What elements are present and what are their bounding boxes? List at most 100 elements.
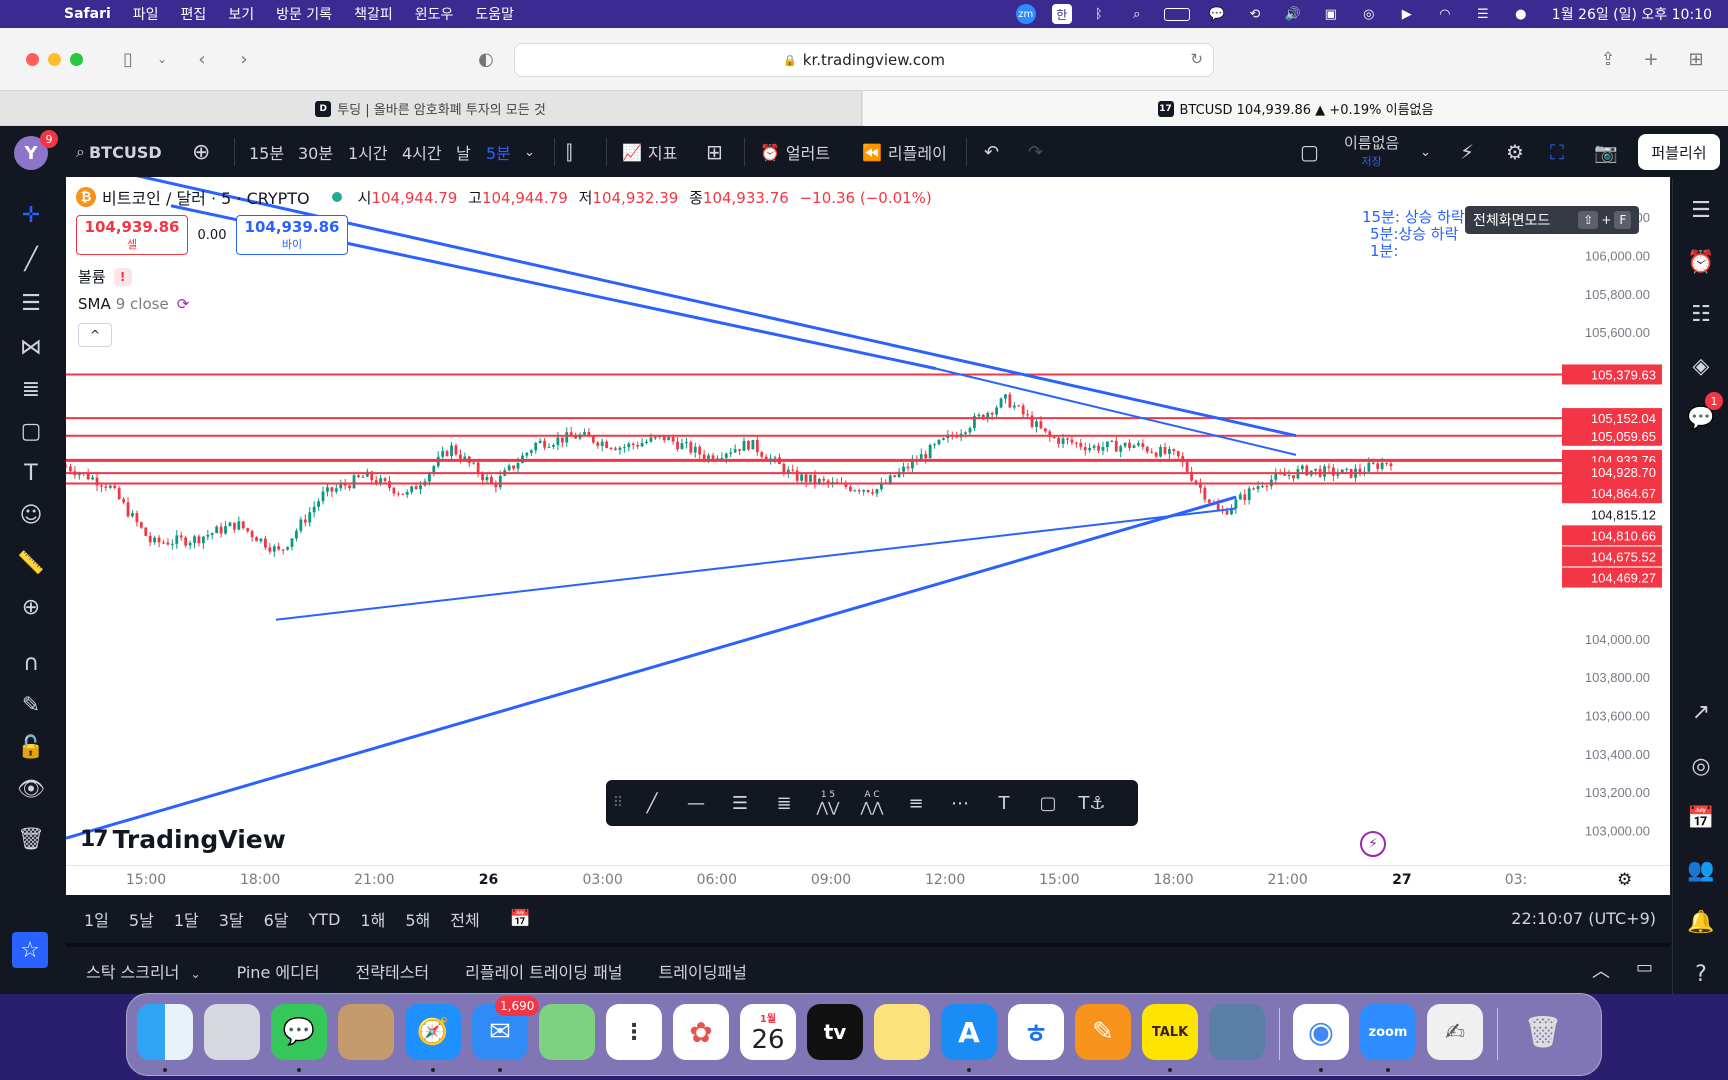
tab-strategy-tester[interactable]: 전략테스터 [356, 959, 430, 983]
collapse-legend-button[interactable]: ^ [78, 323, 112, 347]
crosshair-icon[interactable]: ✛ [14, 198, 48, 232]
text-icon[interactable]: T [14, 456, 48, 490]
quick-search-icon[interactable]: ⚡ [1460, 140, 1474, 164]
appstore-app-icon[interactable]: A [941, 1004, 997, 1060]
range-1d[interactable]: 1일 [84, 907, 109, 931]
maps-app-icon[interactable] [539, 1004, 595, 1060]
range-ytd[interactable]: YTD [309, 910, 341, 929]
chevron-down-icon[interactable]: ⌄ [1420, 140, 1431, 164]
shield-icon[interactable]: ◐ [472, 46, 500, 72]
share-icon[interactable]: ⇪ [1594, 46, 1622, 72]
range-1m[interactable]: 1달 [174, 907, 199, 931]
tab-tooding[interactable]: D 투딩 | 올바른 암호화폐 투자의 모든 것 [0, 91, 862, 126]
address-bar[interactable]: 🔒 kr.tradingview.com ↻ [514, 43, 1214, 77]
pages-app-icon[interactable]: ✎ [1075, 1004, 1131, 1060]
tab-replay-trading[interactable]: 리플레이 트레이딩 패널 [465, 959, 622, 983]
layers-icon[interactable]: ◈ [1683, 348, 1719, 384]
buy-button[interactable]: 104,939.86 바이 [236, 215, 348, 255]
candles-icon[interactable]: ⫿ [566, 140, 572, 164]
play-icon[interactable]: ▶ [1396, 5, 1418, 23]
layout-name-button[interactable]: 이름없음 저장 [1344, 132, 1399, 172]
reminders-app-icon[interactable]: ⋮ [606, 1004, 662, 1060]
sma-indicator[interactable]: SMA 9 close ⟳ [78, 295, 189, 313]
compare-add-icon[interactable]: ⊕ [192, 140, 210, 165]
wifi-icon[interactable]: ◠ [1434, 5, 1456, 23]
pencil-lock-icon[interactable]: ✎ [14, 688, 48, 722]
chart-pane[interactable]: 106,200.00106,000.00105,800.00105,600.00… [66, 177, 1670, 895]
ruler-icon[interactable]: 📏 [14, 546, 48, 580]
volume-indicator[interactable]: 볼륨 ! [78, 266, 132, 287]
menu-app[interactable]: Safari [64, 6, 111, 22]
menu-edit[interactable]: 편집 [181, 4, 207, 24]
airdrop-icon[interactable]: ◎ [1358, 5, 1380, 23]
zoom-tray-icon[interactable]: zm [1015, 4, 1036, 24]
shape-icon[interactable]: ▢ [14, 414, 48, 448]
lock-icon[interactable]: 🔓 [14, 730, 48, 764]
kakaotalk-app-icon[interactable]: TALK [1142, 1004, 1198, 1060]
range-1y[interactable]: 1해 [360, 907, 385, 931]
sell-button[interactable]: 104,939.86 셀 [76, 215, 188, 255]
chrome-app-icon[interactable]: ◉ [1293, 1004, 1349, 1060]
goto-date-icon[interactable]: 📅 [510, 909, 531, 929]
minimize-window-button[interactable] [48, 53, 61, 66]
time-axis[interactable]: ⚙ 15:00 18:00 21:00 26 03:00 06:00 09:00 12:00 1… [66, 865, 1670, 895]
rectangle-tool-icon[interactable]: ▢ [1026, 784, 1070, 822]
tradingview-logo[interactable]: 17 TradingView [80, 825, 286, 854]
trash-app-icon[interactable]: 🗑 [1515, 1004, 1571, 1060]
price-chart-svg[interactable]: 106,200.00106,000.00105,800.00105,600.00… [66, 177, 1670, 865]
tab-tradingview[interactable]: 17 BTCUSD 104,939.86 ▲ +0.19% 이름없음 [863, 91, 1728, 126]
fib-retracement-icon[interactable]: ≣ [762, 784, 806, 822]
magnet-icon[interactable]: ∩ [14, 646, 48, 680]
calendar-app-icon[interactable]: 1월 26 [740, 1004, 796, 1060]
finder-app-icon[interactable] [137, 1004, 193, 1060]
apple-icon[interactable] [22, 2, 46, 26]
messages-app-icon[interactable]: 💬 [271, 1004, 327, 1060]
screen-icon[interactable]: ▣ [1320, 5, 1342, 23]
appletv-app-icon[interactable]: tv [807, 1004, 863, 1060]
forward-icon[interactable]: › [230, 46, 258, 72]
date-range-icon[interactable]: ⋯ [938, 784, 982, 822]
alarm-clock-icon[interactable]: ⏰ [1683, 244, 1719, 280]
menu-bookmarks[interactable]: 책갈피 [354, 4, 393, 24]
xabcd-pattern-icon[interactable]: A C ⋀⋀ [850, 784, 894, 822]
drag-handle-icon[interactable]: ⠿ [606, 795, 630, 811]
zoom-in-icon[interactable]: ⊕ [14, 590, 48, 624]
tab-pine-editor[interactable]: Pine 에디터 [237, 959, 320, 983]
bluetooth-icon[interactable]: ᛒ [1088, 5, 1110, 23]
range-5y[interactable]: 5해 [405, 907, 430, 931]
chart-text-note[interactable]: 15분: 상승 하락 5분:상승 하락 1분: [1362, 209, 1465, 260]
horizontal-ray-icon[interactable]: — [674, 784, 718, 822]
reload-icon[interactable]: ↻ [1190, 50, 1203, 68]
range-5d[interactable]: 5날 [129, 907, 154, 931]
zoom-app-icon[interactable]: zoom [1360, 1004, 1416, 1060]
parallel-channel-icon[interactable]: ☰ [718, 784, 762, 822]
textedit-app-icon[interactable]: ✍ [1427, 1004, 1483, 1060]
interval-1h[interactable]: 1시간 [348, 140, 388, 164]
menu-window[interactable]: 윈도우 [415, 4, 454, 24]
fib-icon[interactable]: ≣ [14, 372, 48, 406]
menu-view[interactable]: 보기 [228, 4, 254, 24]
volume-icon[interactable]: 🔊 [1282, 5, 1304, 23]
alert-button[interactable]: ⏰ 얼러트 [760, 140, 830, 164]
launchpad-app-icon[interactable] [204, 1004, 260, 1060]
maximize-panel-icon[interactable]: ▭ [1636, 957, 1653, 978]
line-tool-icon[interactable]: ╱ [630, 784, 674, 822]
tab-overview-icon[interactable]: ⊞ [1682, 46, 1710, 72]
interval-15m[interactable]: 15분 [249, 140, 284, 164]
tab-trading-panel[interactable]: 트레이딩패널 [659, 959, 747, 983]
safari-app-icon[interactable]: 🧭 [405, 1004, 461, 1060]
input-source-icon[interactable]: 한 [1051, 4, 1072, 24]
contacts-app-icon[interactable] [338, 1004, 394, 1060]
text-tool-icon[interactable]: T [982, 784, 1026, 822]
anchored-text-icon[interactable]: T⚓ [1070, 784, 1114, 822]
pattern-icon[interactable]: ⋈ [14, 330, 48, 364]
chevron-down-icon[interactable]: ⌄ [148, 46, 176, 72]
menu-file[interactable]: 파일 [133, 4, 159, 24]
preview-app-icon[interactable] [1209, 1004, 1265, 1060]
menu-history[interactable]: 방문 기록 [276, 4, 332, 24]
favorites-star-icon[interactable]: ☆ [12, 932, 48, 968]
range-all[interactable]: 전체 [450, 907, 479, 931]
siri-icon[interactable]: ● [1510, 5, 1532, 23]
emoji-icon[interactable]: ☺ [14, 498, 48, 532]
time-machine-icon[interactable]: ⟲ [1244, 5, 1266, 23]
